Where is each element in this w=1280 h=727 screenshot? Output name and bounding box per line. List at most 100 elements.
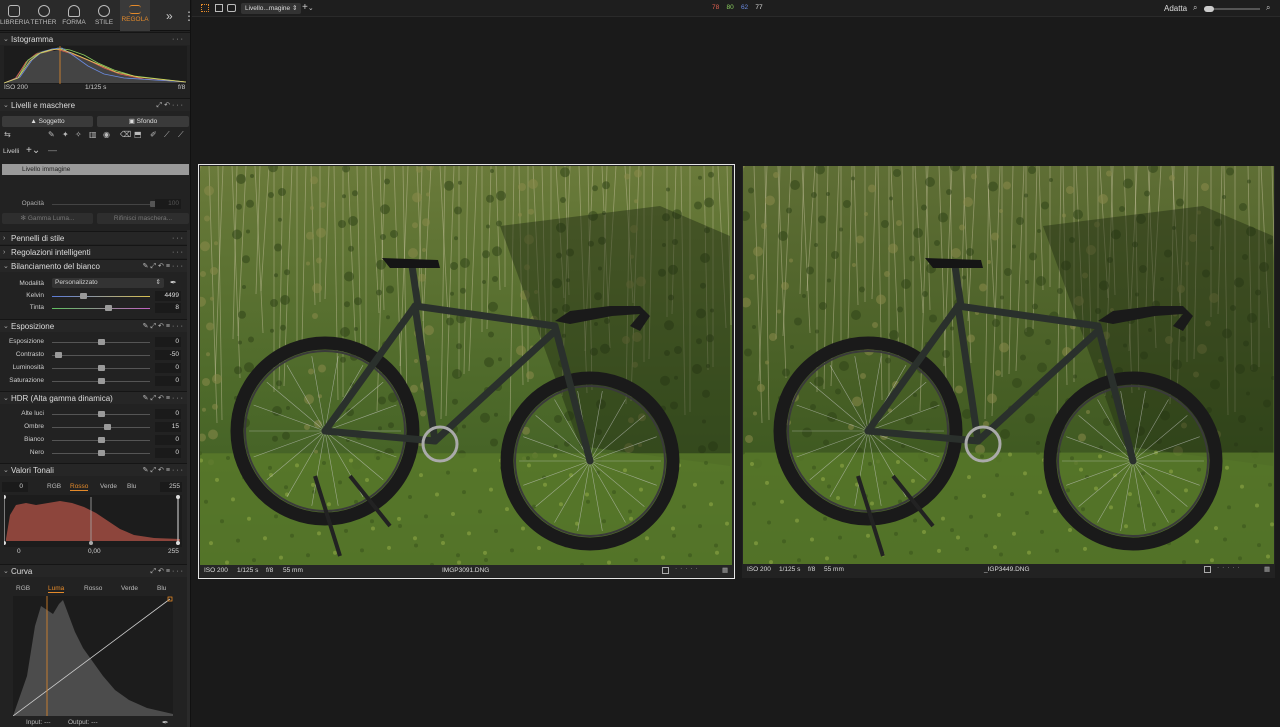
opacity-value[interactable]: 100 — [155, 199, 181, 209]
more-icon[interactable]: ··· — [172, 232, 185, 245]
grid-view-icon[interactable] — [201, 4, 209, 12]
zoom-slider[interactable] — [1204, 6, 1260, 12]
exposure-slider-1[interactable]: Contrasto -50 — [0, 349, 185, 361]
section-tools-icon[interactable]: ✎⤢↶≡··· — [143, 464, 185, 477]
levels-output-low[interactable]: 0 — [17, 548, 21, 555]
slider-knob[interactable] — [98, 450, 105, 456]
section-curve[interactable]: ⌄ Curva ⤢↶≡··· — [0, 564, 190, 578]
section-levels[interactable]: ⌄ Valori Tonali ✎⤢↶≡··· — [0, 463, 190, 477]
photo-bicycle-2[interactable] — [743, 166, 1274, 564]
variant-select[interactable]: Livello...magine ⇕ — [241, 3, 302, 14]
viewer-image-1[interactable]: ISO 200 1/125 s f/8 55 mm IMGP3091.DNG ·… — [198, 164, 735, 579]
radial-gradient-icon[interactable]: ◉ — [103, 130, 110, 139]
slider-value[interactable]: 0 — [155, 363, 181, 373]
section-tools-icon[interactable]: ✎⤢↶≡··· — [143, 392, 185, 405]
luma-range-button[interactable]: ✻ Gamma Luma... — [2, 213, 93, 224]
exposure-slider-3[interactable]: Saturazione 0 — [0, 375, 185, 387]
levels-tab-blue[interactable]: Blu — [127, 483, 136, 490]
select-checkbox[interactable] — [1204, 566, 1211, 573]
slider-knob[interactable] — [98, 378, 105, 384]
curve-tab-rgb[interactable]: RGB — [16, 585, 30, 592]
compare-view-icon[interactable] — [227, 4, 236, 12]
zoom-fit-label[interactable]: Adatta — [1164, 4, 1187, 13]
exposure-slider-0[interactable]: Esposizione 0 — [0, 336, 185, 348]
eraser-icon[interactable]: ⌫ — [120, 130, 131, 139]
auto-brush-icon[interactable]: ✧ — [75, 130, 82, 139]
subject-mask-button[interactable]: ▲ Soggetto — [2, 116, 93, 127]
slider-value[interactable]: 0 — [155, 376, 181, 386]
zoom-out-icon[interactable]: ⌕ — [1193, 3, 1197, 13]
hdr-slider-1[interactable]: Ombre 15 — [0, 421, 185, 433]
expand-chevrons-icon[interactable]: » — [166, 9, 173, 23]
tint-value[interactable]: 8 — [155, 303, 181, 313]
more-icon[interactable]: ··· — [172, 33, 185, 46]
layer-item[interactable]: Livello immagine — [2, 164, 189, 175]
tab-forma[interactable]: FORMA — [60, 0, 88, 31]
slider-knob[interactable] — [98, 339, 105, 345]
photo-bicycle-1[interactable] — [200, 166, 732, 565]
slider-value[interactable]: 0 — [155, 409, 181, 419]
zoom-slider-knob[interactable] — [1204, 6, 1214, 12]
tab-libreria[interactable]: LIBRERIA — [0, 0, 30, 31]
single-view-icon[interactable] — [215, 4, 223, 12]
color-tag-icon[interactable]: ▦ — [1264, 565, 1270, 573]
background-mask-button[interactable]: ▣ Sfondo — [97, 116, 189, 127]
more-vertical-icon[interactable]: ⋮ — [183, 9, 190, 23]
linear-gradient-icon[interactable]: ▥ — [89, 130, 97, 139]
fill-icon[interactable]: ⬒ — [134, 130, 142, 139]
viewer-image-2[interactable]: ISO 200 1/125 s f/8 55 mm _IGP3449.DNG ·… — [742, 166, 1275, 578]
section-tools-icon[interactable]: ✎⤢↶≡··· — [143, 320, 185, 333]
pick-icon[interactable]: ⟋ — [164, 130, 170, 140]
slider-value[interactable]: -50 — [155, 350, 181, 360]
select-checkbox[interactable] — [662, 567, 669, 574]
brush-icon[interactable]: ✎ — [48, 130, 55, 139]
more-icon[interactable]: ··· — [172, 246, 185, 259]
levels-tab-rgb[interactable]: RGB — [47, 483, 61, 490]
tint-slider[interactable]: Tinta 8 — [0, 302, 185, 314]
hdr-slider-0[interactable]: Alte luci 0 — [0, 408, 185, 420]
slider-knob[interactable] — [104, 424, 112, 430]
tab-stile[interactable]: STILE — [90, 0, 118, 31]
section-tools-icon[interactable]: ✎⤢↶≡··· — [143, 260, 185, 273]
magic-brush-icon[interactable]: ✦ — [62, 130, 69, 139]
section-tools-icon[interactable]: ⤢↶··· — [157, 99, 185, 112]
slider-knob[interactable] — [98, 411, 105, 417]
scrollbar[interactable] — [187, 230, 190, 727]
curve-tab-luma[interactable]: Luma — [48, 585, 65, 593]
tab-tether[interactable]: TETHER — [29, 0, 58, 31]
rating-dots[interactable]: ····· — [1217, 564, 1243, 571]
slider-knob[interactable] — [79, 293, 87, 299]
curve-graph[interactable] — [13, 596, 173, 716]
slider-value[interactable]: 0 — [155, 337, 181, 347]
levels-output-high[interactable]: 255 — [168, 548, 179, 555]
section-tools-icon[interactable]: ⤢↶≡··· — [150, 565, 185, 578]
refine-mask-button[interactable]: Rifinisci maschera... — [97, 213, 189, 224]
opacity-slider[interactable]: Opacità 100 — [0, 198, 185, 210]
erase-pick-icon[interactable]: ⟋ — [178, 130, 184, 140]
section-white-balance[interactable]: ⌄ Bilanciamento del bianco ✎⤢↶≡··· — [0, 259, 190, 273]
levels-midtone[interactable]: 0,00 — [88, 548, 101, 555]
levels-input-low[interactable]: 0 — [2, 482, 28, 492]
pen-icon[interactable]: ✐ — [150, 130, 157, 139]
kelvin-slider[interactable]: Kelvin 4499 — [0, 290, 185, 302]
curve-picker-icon[interactable]: ✒ — [162, 718, 169, 727]
slider-value[interactable]: 0 — [155, 435, 181, 445]
section-exposure[interactable]: ⌄ Esposizione ✎⤢↶≡··· — [0, 319, 190, 333]
slider-knob[interactable] — [105, 305, 113, 311]
hdr-slider-2[interactable]: Bianco 0 — [0, 434, 185, 446]
curve-tab-blue[interactable]: Blu — [157, 585, 166, 592]
swap-icon[interactable]: ⇆ — [4, 130, 11, 139]
color-tag-icon[interactable]: ▦ — [722, 566, 728, 574]
slider-knob[interactable] — [54, 352, 62, 358]
levels-tab-green[interactable]: Verde — [100, 483, 117, 490]
hdr-slider-3[interactable]: Nero 0 — [0, 447, 185, 459]
zoom-in-icon[interactable]: ⌕ — [1266, 3, 1270, 13]
rating-dots[interactable]: ····· — [675, 565, 701, 572]
exposure-slider-2[interactable]: Luminosità 0 — [0, 362, 185, 374]
section-smart-adjustments[interactable]: › Regolazioni intelligenti ··· — [0, 245, 190, 259]
slider-value[interactable]: 15 — [155, 422, 181, 432]
eyedropper-icon[interactable]: ✒ — [170, 278, 177, 287]
remove-layer-button[interactable]: — — [48, 145, 57, 155]
wb-mode-select[interactable]: Personalizzato ⇕ — [52, 278, 164, 288]
section-layers-masks[interactable]: ⌄ Livelli e maschere ⤢↶··· — [0, 98, 190, 112]
